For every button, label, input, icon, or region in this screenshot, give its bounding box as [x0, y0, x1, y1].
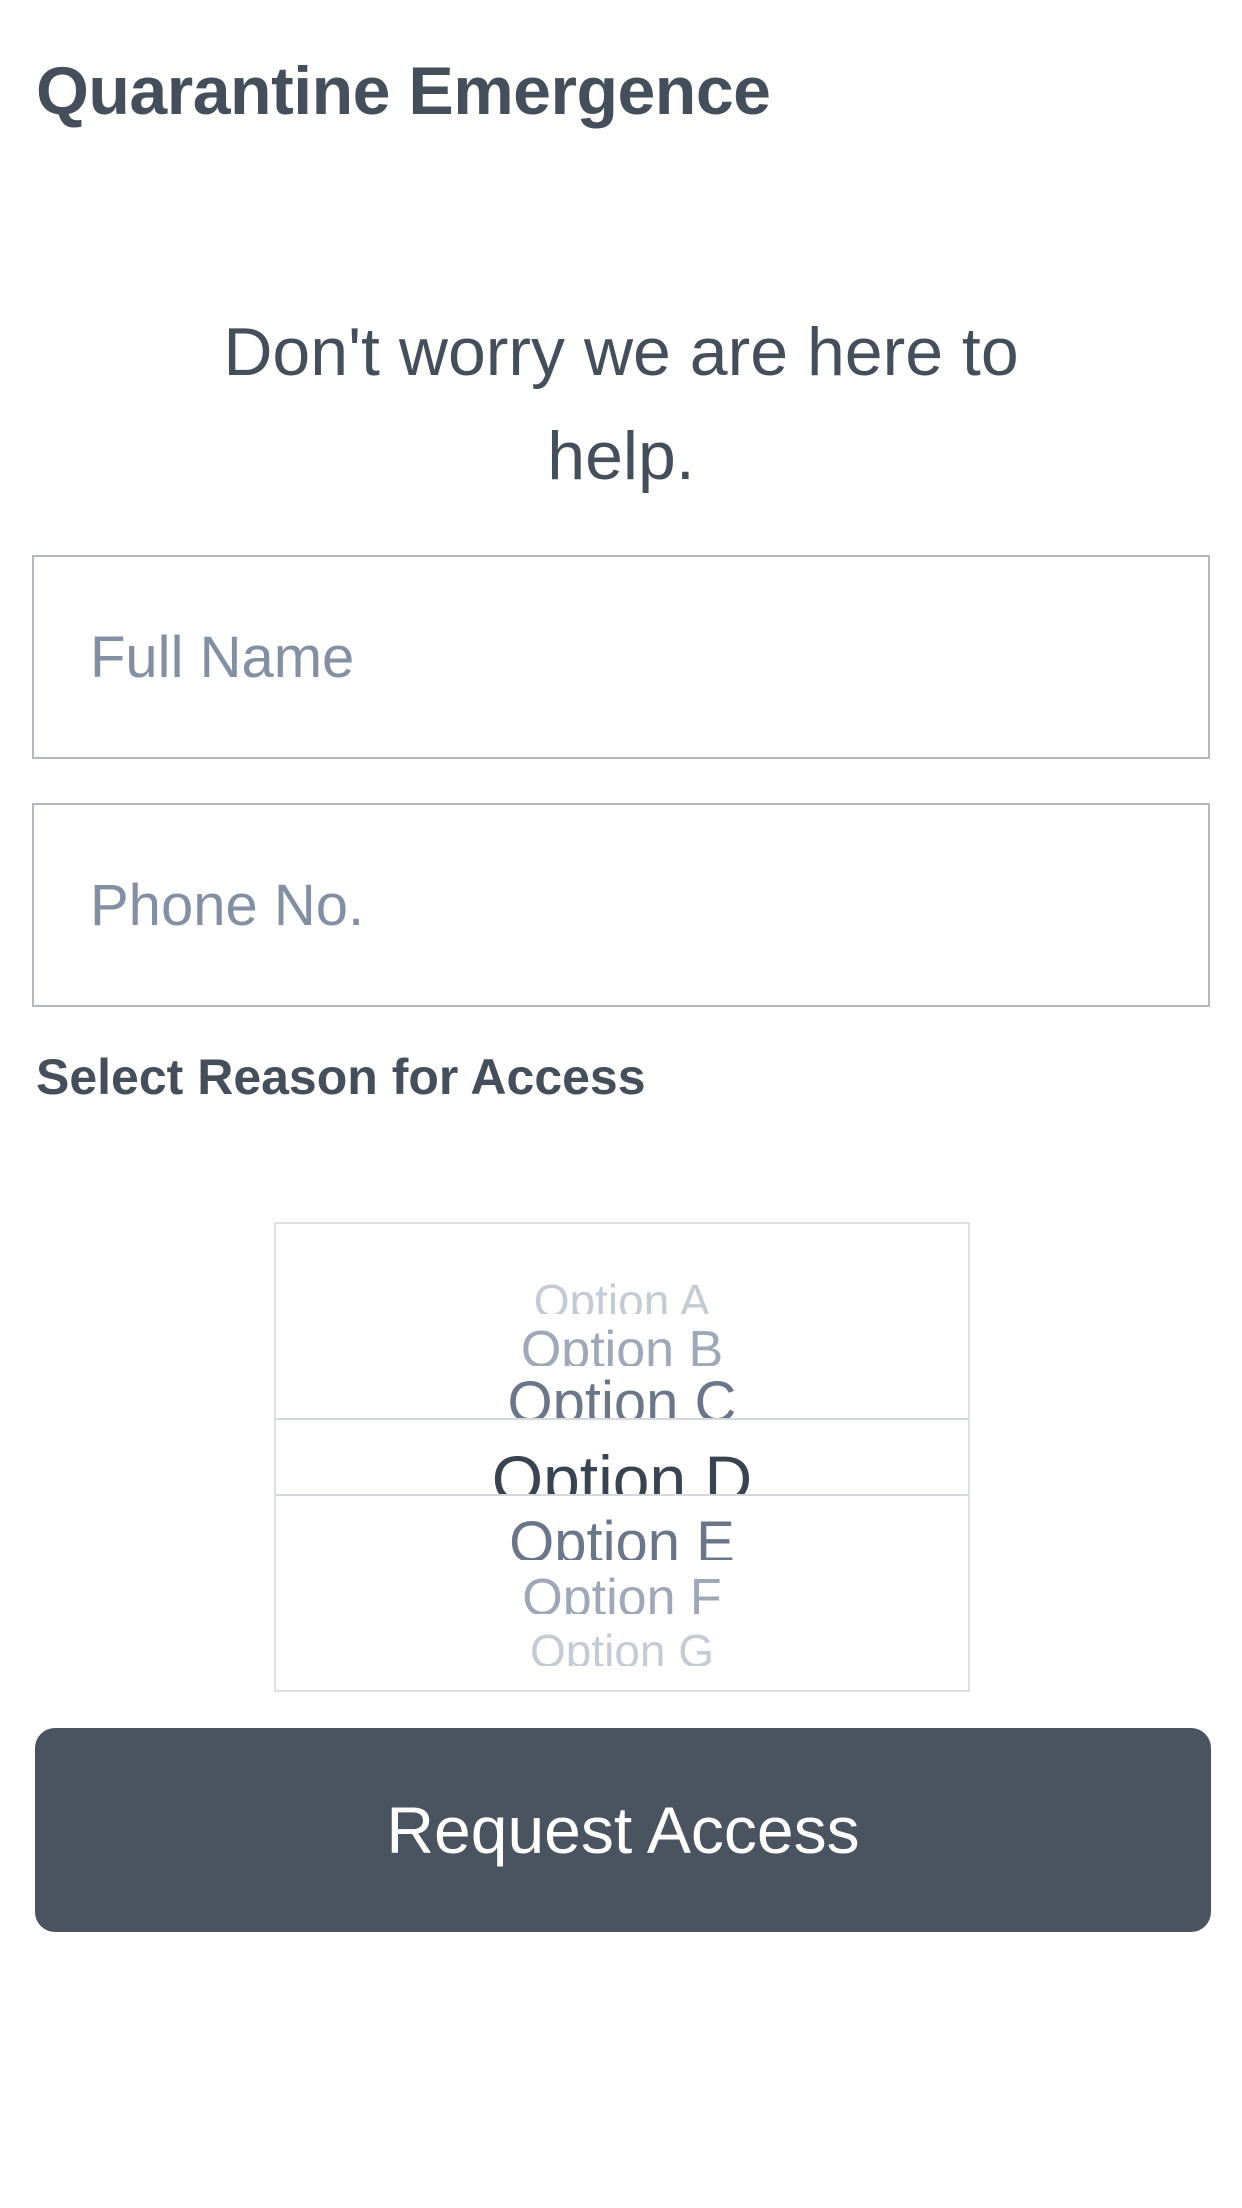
full-name-input[interactable] [34, 557, 1208, 757]
page-title: Quarantine Emergence [36, 53, 771, 129]
picker-option[interactable]: Option F [276, 1572, 968, 1614]
picker-option[interactable]: Option B [276, 1324, 968, 1366]
picker-option[interactable]: Option C [276, 1374, 968, 1418]
picker-option[interactable]: Option A [276, 1278, 968, 1314]
picker-option-selected[interactable]: Option D [276, 1446, 968, 1494]
phone-input[interactable] [34, 805, 1208, 1005]
full-name-field[interactable] [32, 555, 1210, 759]
reason-label: Select Reason for Access [36, 1049, 646, 1105]
picker-option[interactable]: Option E [276, 1514, 968, 1560]
reason-picker[interactable]: Option A Option B Option C Option D Opti… [274, 1222, 970, 1692]
request-access-button[interactable]: Request Access [35, 1728, 1211, 1932]
intro-message: Don't worry we are here to help. [223, 314, 1019, 494]
picker-option[interactable]: Option G [276, 1628, 968, 1666]
phone-field[interactable] [32, 803, 1210, 1007]
